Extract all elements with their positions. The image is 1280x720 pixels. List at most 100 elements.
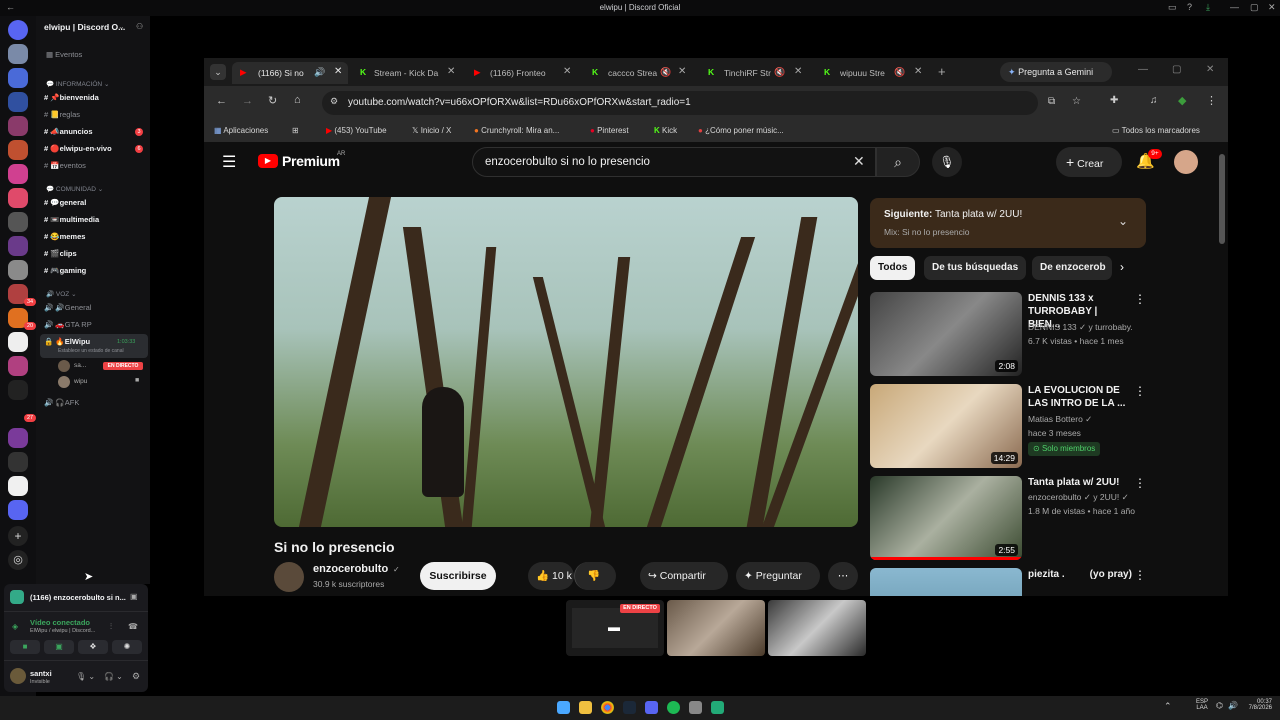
video-thumbnail[interactable]: 2:08 xyxy=(870,292,1022,376)
server-icon[interactable] xyxy=(8,188,28,208)
settings-icon[interactable]: ⚙ xyxy=(132,671,140,682)
server-icon[interactable] xyxy=(8,212,28,232)
video-player[interactable] xyxy=(274,197,858,527)
scrollbar-thumb[interactable] xyxy=(1219,154,1225,244)
channel-avatar[interactable] xyxy=(274,562,304,592)
tab-close-icon[interactable]: ✕ xyxy=(794,66,802,77)
help-icon[interactable]: ? xyxy=(1187,2,1192,12)
server-icon[interactable] xyxy=(8,164,28,184)
bookmark-crunchyroll[interactable]: ● Crunchyroll: Mira an... xyxy=(474,126,559,135)
extensions-icon[interactable]: ✚ xyxy=(1110,95,1118,106)
more-icon[interactable]: ⋮ xyxy=(1134,292,1146,306)
tab-close-icon[interactable]: ✕ xyxy=(334,66,342,77)
bookmark-youtube[interactable]: ▶ (453) YouTube xyxy=(326,126,387,135)
minimize-icon[interactable]: — xyxy=(1138,64,1148,75)
tab-close-icon[interactable]: ✕ xyxy=(563,66,571,77)
reload-icon[interactable]: ↻ xyxy=(268,94,277,107)
close-icon[interactable]: ✕ xyxy=(1206,64,1214,75)
disconnect-icon[interactable]: ☎ xyxy=(128,622,138,631)
tab-kick-wipuuu[interactable]: K wipuuu Stre 🔇 xyxy=(820,62,928,84)
language-indicator[interactable]: ESP LAA xyxy=(1196,699,1208,711)
muted-icon[interactable]: 🔇 xyxy=(660,67,671,78)
chip-todos[interactable]: Todos xyxy=(870,256,916,280)
file-explorer-icon[interactable] xyxy=(579,701,592,714)
bookmark-apps[interactable]: ▦ Aplicaciones xyxy=(214,126,268,135)
create-button[interactable]: + Crear xyxy=(1056,147,1122,177)
like-button[interactable]: 👍 10 k xyxy=(528,562,574,590)
download-icon[interactable]: ⤓ xyxy=(1206,2,1210,13)
tab-close-icon[interactable]: ✕ xyxy=(914,66,922,77)
stream-preview-camera[interactable] xyxy=(667,600,765,656)
maximize-icon[interactable]: ▢ xyxy=(1250,2,1259,13)
tab-youtube[interactable]: ▶ (1166) Si no 🔊 ✕ xyxy=(232,62,348,84)
youtube-logo-icon[interactable]: ▶ xyxy=(258,154,278,168)
recommendation-item[interactable]: 2:08 DENNIS 133 x TURROBABY | BIEN... DE… xyxy=(870,292,1150,376)
server-icon[interactable] xyxy=(8,44,28,64)
chrome-icon[interactable] xyxy=(601,701,614,714)
server-name[interactable]: elwipu | Discord O... xyxy=(44,22,125,32)
voice-member-name[interactable]: sa... xyxy=(74,362,86,369)
bookmark-star-icon[interactable]: ☆ xyxy=(1072,96,1081,107)
obs-icon[interactable] xyxy=(689,701,702,714)
profile-extension-icon[interactable]: ◆ xyxy=(1178,94,1186,107)
explore-icon[interactable]: ◎ xyxy=(8,550,28,570)
voice-search-button[interactable]: 🎙 xyxy=(932,147,962,177)
channel-bienvenida[interactable]: # 📌bienvenida xyxy=(44,93,99,102)
add-member-icon[interactable]: ⚇ xyxy=(136,22,143,31)
more-icon[interactable]: ⋮ xyxy=(1134,476,1146,490)
chip-enzocerobulto[interactable]: De enzocerob xyxy=(1032,256,1112,280)
spotify-icon[interactable] xyxy=(667,701,680,714)
clock[interactable]: 00:37 7/8/2026 xyxy=(1244,699,1272,711)
video-thumbnail[interactable] xyxy=(870,568,1022,596)
channel-clips[interactable]: # 🎬clips xyxy=(44,249,77,258)
chip-busquedas[interactable]: De tus búsquedas xyxy=(924,256,1027,280)
recommendation-item[interactable]: piezita . (yo pray) ⋮ xyxy=(870,568,1150,596)
server-icon[interactable] xyxy=(8,92,28,112)
headphones-icon[interactable]: 🎧 ⌄ xyxy=(104,672,123,681)
voice-member-name[interactable]: wipu xyxy=(74,378,87,385)
search-button[interactable]: ⌕ xyxy=(876,147,920,177)
ask-button[interactable]: ✦ Preguntar xyxy=(736,562,820,590)
stream-preview-screen[interactable]: EN DIRECTO ▬ xyxy=(566,600,664,656)
voice-channel-general[interactable]: 🔊 🔊General xyxy=(44,303,91,312)
scrollbar[interactable] xyxy=(1216,142,1228,596)
events-link[interactable]: ▦ Eventos xyxy=(46,50,82,59)
bookmark-music[interactable]: ● ¿Cómo poner músic... xyxy=(698,126,784,135)
youtube-logo-text[interactable]: Premium xyxy=(282,153,340,169)
category-comunidad[interactable]: 💬 COMUNIDAD ⌄ xyxy=(46,185,103,193)
avatar[interactable] xyxy=(10,668,26,684)
volume-icon[interactable]: 🔊 xyxy=(1228,701,1238,710)
server-icon[interactable] xyxy=(8,500,28,520)
subscribe-button[interactable]: Suscribirse xyxy=(420,562,496,590)
avatar[interactable] xyxy=(1174,150,1198,174)
network-icon[interactable]: ⌬ xyxy=(1216,701,1223,710)
server-icon[interactable] xyxy=(8,68,28,88)
url-text[interactable]: youtube.com/watch?v=u66xOPfORXw&list=RDu… xyxy=(348,97,691,108)
voice-channel-afk[interactable]: 🔊 🎧AFK xyxy=(44,398,79,407)
app-icon[interactable] xyxy=(711,701,724,714)
recommendation-item[interactable]: 14:29 LA EVOLUCION DE LAS INTRO DE LA ..… xyxy=(870,384,1150,468)
channel-eventos[interactable]: # 📅eventos xyxy=(44,161,86,170)
inbox-icon[interactable]: ▭ xyxy=(1168,2,1177,13)
dislike-button[interactable]: 👎 xyxy=(574,562,616,590)
screen-share-button[interactable]: ▣ xyxy=(44,640,74,654)
channel-memes[interactable]: # 😂memes xyxy=(44,232,85,241)
microphone-icon[interactable]: 🎙 ⌄ xyxy=(76,672,95,681)
chevron-down-icon[interactable]: ⌄ xyxy=(118,22,125,31)
server-icon[interactable] xyxy=(8,332,28,352)
server-icon[interactable] xyxy=(8,140,28,160)
channel-gaming[interactable]: # 🎮gaming xyxy=(44,266,86,275)
add-server-icon[interactable]: + xyxy=(8,526,28,546)
media-control-icon[interactable]: ♫ xyxy=(1150,95,1158,106)
audio-icon[interactable]: 🔊 xyxy=(314,67,325,78)
minimize-icon[interactable]: — xyxy=(1230,2,1239,12)
video-thumbnail[interactable]: 2:55 xyxy=(870,476,1022,560)
soundboard-button[interactable]: ✺ xyxy=(112,640,142,654)
more-icon[interactable]: ⋮ xyxy=(1134,384,1146,398)
voice-channel-gta[interactable]: 🔊 🚗GTA RP xyxy=(44,320,92,329)
server-icon[interactable] xyxy=(8,452,28,472)
camera-button[interactable]: ■ xyxy=(10,640,40,654)
channel-en-vivo[interactable]: # 🔴elwipu-en-vivo xyxy=(44,144,112,153)
soundboard-icon[interactable]: ⫶ xyxy=(110,622,112,632)
site-info-icon[interactable]: ⚙ xyxy=(330,96,338,107)
